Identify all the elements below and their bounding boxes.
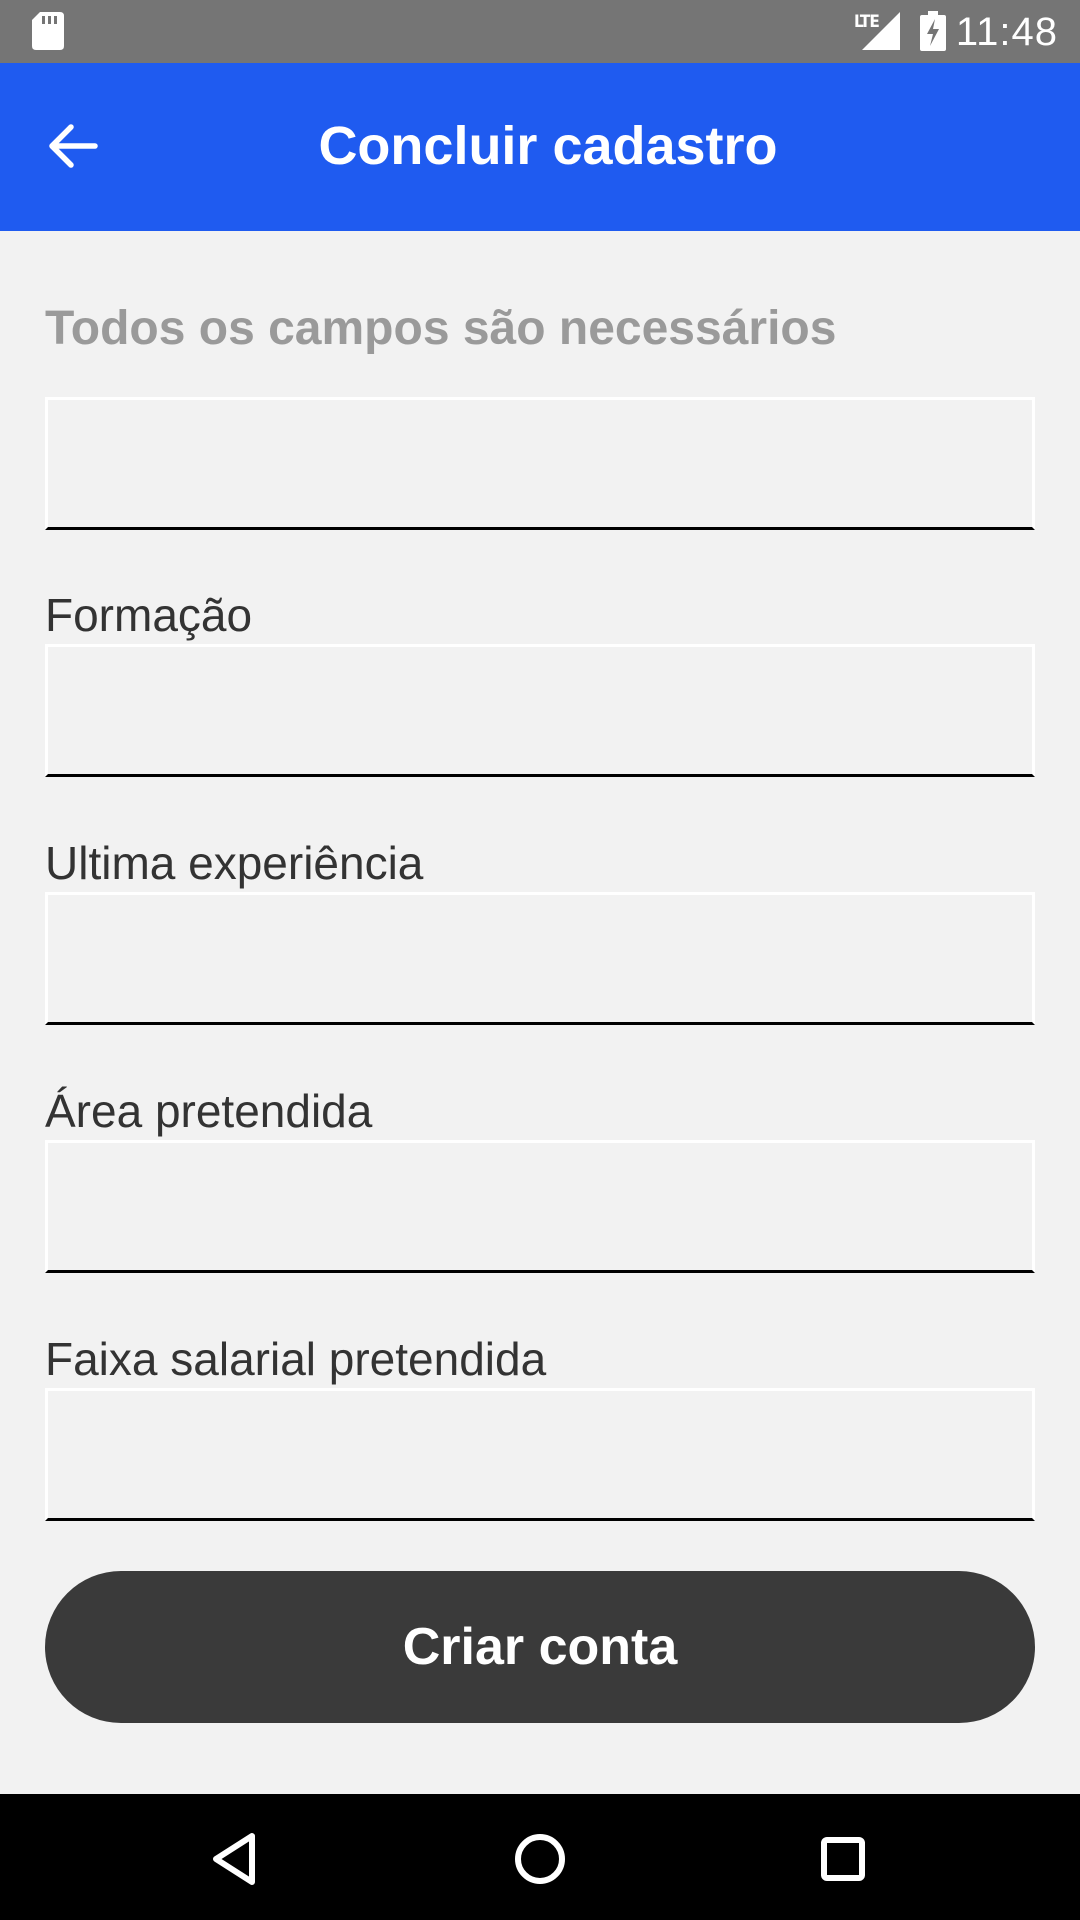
education-label: Formação (45, 589, 253, 641)
desired-salary-label: Faixa salarial pretendida (45, 1333, 547, 1385)
clock: 11:48 (955, 10, 1058, 54)
desired-area-label: Área pretendida (45, 1085, 373, 1137)
desired-area-input[interactable] (45, 1140, 1035, 1273)
desired-salary-input[interactable] (45, 1388, 1035, 1521)
app-bar: Concluir cadastro (0, 63, 1080, 231)
sd-card-icon (32, 12, 64, 50)
back-triangle-icon[interactable] (202, 1824, 272, 1894)
page-title: Concluir cadastro (318, 116, 778, 176)
status-bar: LTE 11:48 (0, 0, 1080, 63)
recents-square-icon[interactable] (808, 1824, 878, 1894)
navigation-bar (0, 1794, 1080, 1920)
education-input[interactable] (45, 644, 1035, 777)
last-experience-label: Ultima experiência (45, 837, 424, 889)
battery-charging-icon (920, 11, 946, 51)
home-circle-icon[interactable] (505, 1824, 575, 1894)
first-field-input[interactable] (45, 397, 1035, 530)
signal-icon (862, 12, 900, 50)
last-experience-input[interactable] (45, 892, 1035, 1025)
required-fields-note: Todos os campos são necessários (45, 302, 837, 355)
create-account-button[interactable]: Criar conta (45, 1571, 1035, 1723)
